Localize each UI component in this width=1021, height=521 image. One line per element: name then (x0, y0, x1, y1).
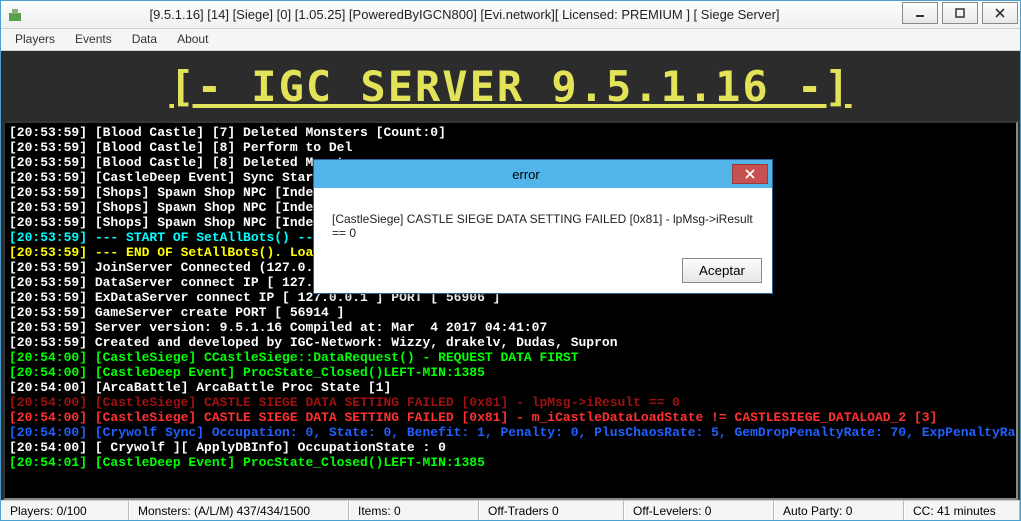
error-dialog: error [CastleSiege] CASTLE SIEGE DATA SE… (313, 159, 773, 294)
window-title: [9.5.1.16] [14] [Siege] [0] [1.05.25] [P… (29, 7, 900, 22)
status-offlevelers: Off-Levelers: 0 (624, 501, 774, 520)
banner: [- IGC SERVER 9.5.1.16 -] (1, 51, 1020, 121)
log-line: [20:54:00] [CastleSiege] CCastleSiege::D… (9, 350, 1012, 365)
menu-events[interactable]: Events (65, 29, 122, 50)
log-line: [20:54:00] [ Crywolf ][ ApplyDBInfo] Occ… (9, 440, 1012, 455)
banner-text: [- IGC SERVER 9.5.1.16 -] (169, 62, 851, 111)
titlebar: [9.5.1.16] [14] [Siege] [0] [1.05.25] [P… (1, 1, 1020, 29)
menubar: Players Events Data About (1, 29, 1020, 51)
log-line: [20:53:59] Created and developed by IGC-… (9, 335, 1012, 350)
window-controls (900, 1, 1020, 28)
minimize-button[interactable] (902, 2, 938, 24)
statusbar: Players: 0/100 Monsters: (A/L/M) 437/434… (1, 500, 1020, 520)
log-line: [20:53:59] Server version: 9.5.1.16 Comp… (9, 320, 1012, 335)
log-line: [20:54:00] [ArcaBattle] ArcaBattle Proc … (9, 380, 1012, 395)
log-line: [20:54:01] [CastleDeep Event] ProcState_… (9, 455, 1012, 470)
status-items: Items: 0 (349, 501, 479, 520)
status-monsters: Monsters: (A/L/M) 437/434/1500 (129, 501, 349, 520)
dialog-titlebar[interactable]: error (314, 160, 772, 188)
app-icon (7, 7, 23, 23)
log-line: [20:53:59] [Blood Castle] [7] Deleted Mo… (9, 125, 1012, 140)
dialog-message: [CastleSiege] CASTLE SIEGE DATA SETTING … (314, 188, 772, 250)
log-line: [20:54:00] [CastleSiege] CASTLE SIEGE DA… (9, 410, 1012, 425)
close-button[interactable] (982, 2, 1018, 24)
dialog-close-button[interactable] (732, 164, 768, 184)
menu-players[interactable]: Players (5, 29, 65, 50)
log-line: [20:54:00] [Crywolf Sync] Occupation: 0,… (9, 425, 1012, 440)
log-line: [20:53:59] GameServer create PORT [ 5691… (9, 305, 1012, 320)
menu-data[interactable]: Data (122, 29, 167, 50)
status-cc: CC: 41 minutes (904, 501, 1020, 520)
log-line: [20:53:59] [Blood Castle] [8] Perform to… (9, 140, 1012, 155)
status-players: Players: 0/100 (1, 501, 129, 520)
log-line: [20:54:00] [CastleSiege] CASTLE SIEGE DA… (9, 395, 1012, 410)
dialog-ok-button[interactable]: Aceptar (682, 258, 762, 283)
menu-about[interactable]: About (167, 29, 218, 50)
status-autoparty: Auto Party: 0 (774, 501, 904, 520)
dialog-title: error (324, 167, 728, 182)
status-offtraders: Off-Traders 0 (479, 501, 624, 520)
dialog-footer: Aceptar (314, 250, 772, 293)
maximize-button[interactable] (942, 2, 978, 24)
log-line: [20:54:00] [CastleDeep Event] ProcState_… (9, 365, 1012, 380)
